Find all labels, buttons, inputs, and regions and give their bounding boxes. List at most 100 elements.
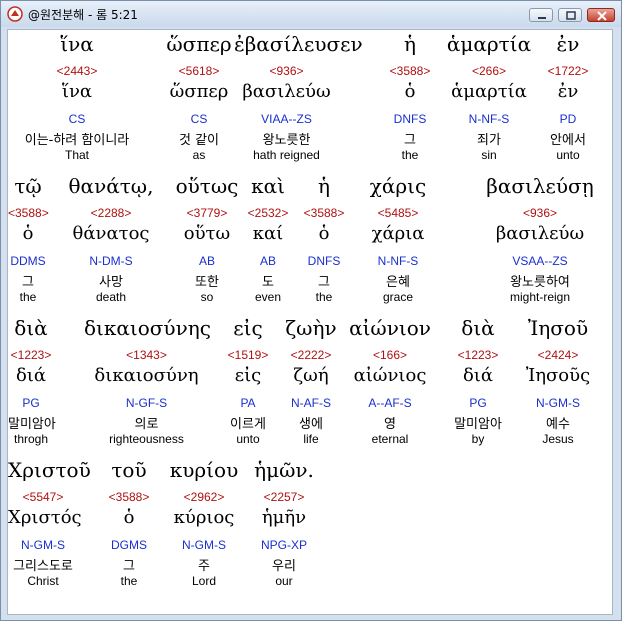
word-surface: ἁμαρτία [446, 32, 532, 56]
word-english: the [19, 290, 37, 304]
word-cell[interactable]: διὰ <1223> διά PG 말미암아 throgh [8, 314, 56, 454]
word-cell[interactable]: ἐβασίλευσεν <936> βασιλεύω VIAA--ZS 왕노릇한 hath… [234, 30, 363, 170]
word-korean: 생에 [299, 417, 323, 432]
word-korean: 이는-하려 함이니라 [24, 133, 130, 148]
word-strong: <936> [522, 206, 558, 220]
word-cell[interactable]: αἰώνιον <166> αἰώνιος A--AF-S 영 eternal [340, 314, 440, 454]
app-window: @원전분해 - 롬 5:21 ἵνα <2443> ἵνα CS 이는-하려 함이니라 T… [0, 0, 622, 621]
word-lemma: Χριστός [8, 507, 82, 528]
word-surface: χάρις [369, 174, 427, 198]
word-parse: N-NF-S [377, 254, 419, 268]
word-surface: Χριστοῦ [8, 458, 91, 482]
word-lemma: ὁ [404, 81, 416, 102]
app-logo-icon [7, 6, 23, 22]
word-strong: <3588> [389, 64, 431, 78]
word-lemma: κύριος [173, 507, 235, 528]
word-parse: N-GM-S [182, 538, 226, 552]
word-lemma: δικαιοσύνη [94, 365, 199, 386]
maximize-button[interactable] [558, 8, 582, 22]
word-lemma: ἵνα [61, 81, 93, 102]
word-english: That [64, 148, 89, 162]
interlinear-view[interactable]: ἵνα <2443> ἵνα CS 이는-하려 함이니라 That ὥσπερ <5618> ὥ… [7, 29, 613, 615]
word-cell[interactable]: δικαιοσύνης <1343> δικαιοσύνη N-GF-S 의로 right… [84, 314, 211, 454]
word-surface: θανάτῳ, [68, 174, 154, 198]
word-parse: NPG-XP [260, 538, 307, 552]
word-english: might-reign [509, 290, 571, 304]
word-strong: <1223> [10, 348, 52, 362]
word-surface: τοῦ [111, 458, 147, 482]
word-cell[interactable]: ζωὴν <2222> ζωή N-AF-S 생에 life [278, 314, 344, 454]
word-lemma: αἰώνιος [353, 365, 427, 386]
word-english: by [471, 432, 485, 446]
word-surface: ζωὴν [285, 316, 337, 340]
word-strong: <2443> [56, 64, 98, 78]
word-cell[interactable]: θανάτῳ, <2288> θάνατος N-DM-S 사망 death [62, 172, 160, 312]
word-cell[interactable]: Χριστοῦ <5547> Χριστός N-GM-S 그리스도로 Christ [8, 456, 91, 596]
word-english: hath reigned [253, 148, 320, 162]
word-korean: 사망 [99, 275, 123, 290]
word-parse: PG [22, 396, 40, 410]
word-strong: <2424> [537, 348, 579, 362]
word-english: the [315, 290, 333, 304]
word-english: death [95, 290, 127, 304]
word-korean: 그 [123, 559, 135, 574]
word-korean: 주 [198, 559, 210, 574]
word-strong: <2532> [247, 206, 289, 220]
word-parse: AB [259, 254, 276, 268]
word-surface: διὰ [461, 316, 495, 340]
word-parse: PD [559, 112, 577, 126]
word-lemma: διά [15, 365, 47, 386]
word-parse: VSAA--ZS [512, 254, 568, 268]
word-korean: 그 [22, 275, 34, 290]
word-korean: 예수 [546, 417, 570, 432]
word-lemma: εἰς [234, 365, 262, 386]
word-english: the [120, 574, 138, 588]
word-english: righteousness [109, 432, 184, 446]
word-cell[interactable]: βασιλεύσῃ <936> βασιλεύω VSAA--ZS 왕노릇하여 might… [460, 172, 612, 312]
word-english: unto [556, 148, 580, 162]
word-cell[interactable]: Ἰησοῦ <2424> Ἰησοῦς N-GM-S 예수 Jesus [508, 314, 608, 454]
word-cell[interactable]: ἡ <3588> ὁ DNFS 그 the [370, 30, 450, 170]
word-cell[interactable]: τοῦ <3588> ὁ DGMS 그 the [90, 456, 168, 596]
word-english: unto [236, 432, 260, 446]
word-surface: ἡ [318, 174, 330, 198]
word-lemma: ἐν [557, 81, 579, 102]
word-strong: <166> [372, 348, 408, 362]
word-surface: ἵνα [60, 32, 94, 56]
word-strong: <2288> [90, 206, 132, 220]
word-cell[interactable]: ἐν <1722> ἐν PD 안에서 unto [543, 30, 593, 170]
word-cell[interactable]: διὰ <1223> διά PG 말미암아 by [440, 314, 516, 454]
close-button[interactable] [587, 8, 615, 22]
word-cell[interactable]: εἰς <1519> εἰς PA 이르게 unto [220, 314, 276, 454]
word-korean: 말미암아 [454, 417, 502, 432]
word-surface: Ἰησοῦ [527, 316, 589, 340]
word-cell[interactable]: ἁμαρτία <266> ἁμαρτία N-NF-S 죄가 sin [439, 30, 539, 170]
word-english: the [401, 148, 419, 162]
word-strong: <936> [269, 64, 304, 78]
word-cell[interactable]: τῷ <3588> ὁ DDMS 그 the [8, 172, 49, 312]
word-korean: 영 [384, 417, 396, 432]
word-surface: ἐβασίλευσεν [234, 32, 363, 56]
word-korean: 그리스도로 [13, 559, 73, 574]
word-parse: A--AF-S [368, 396, 412, 410]
word-strong: <3588> [108, 490, 150, 504]
word-lemma: διά [462, 365, 494, 386]
word-cell[interactable]: καὶ <2532> καί AB 도 even [238, 172, 298, 312]
word-cell[interactable]: χάρις <5485> χάρια N-NF-S 은혜 grace [348, 172, 448, 312]
word-cell[interactable]: ἡμῶν. <2257> ἡμῆν NPG-XP 우리 our [248, 456, 320, 596]
word-cell[interactable]: ἡ <3588> ὁ DNFS 그 the [294, 172, 354, 312]
word-korean: 왕노릇한 [262, 133, 311, 148]
word-cell[interactable]: κυρίου <2962> κύριος N-GM-S 주 Lord [168, 456, 240, 596]
word-lemma: ἁμαρτία [451, 81, 527, 102]
word-parse: N-GM-S [21, 538, 65, 552]
word-lemma: Ἰησοῦς [525, 365, 591, 386]
word-korean: 은혜 [386, 275, 410, 290]
word-lemma: ὁ [318, 223, 330, 244]
word-cell[interactable]: ἵνα <2443> ἵνα CS 이는-하려 함이니라 That [8, 30, 146, 170]
word-surface: διὰ [14, 316, 48, 340]
title-bar[interactable]: @원전분해 - 롬 5:21 [1, 1, 621, 27]
word-english: eternal [371, 432, 409, 446]
minimize-button[interactable] [529, 8, 553, 22]
word-korean: 의로 [134, 417, 159, 432]
word-surface: κυρίου [169, 458, 239, 482]
